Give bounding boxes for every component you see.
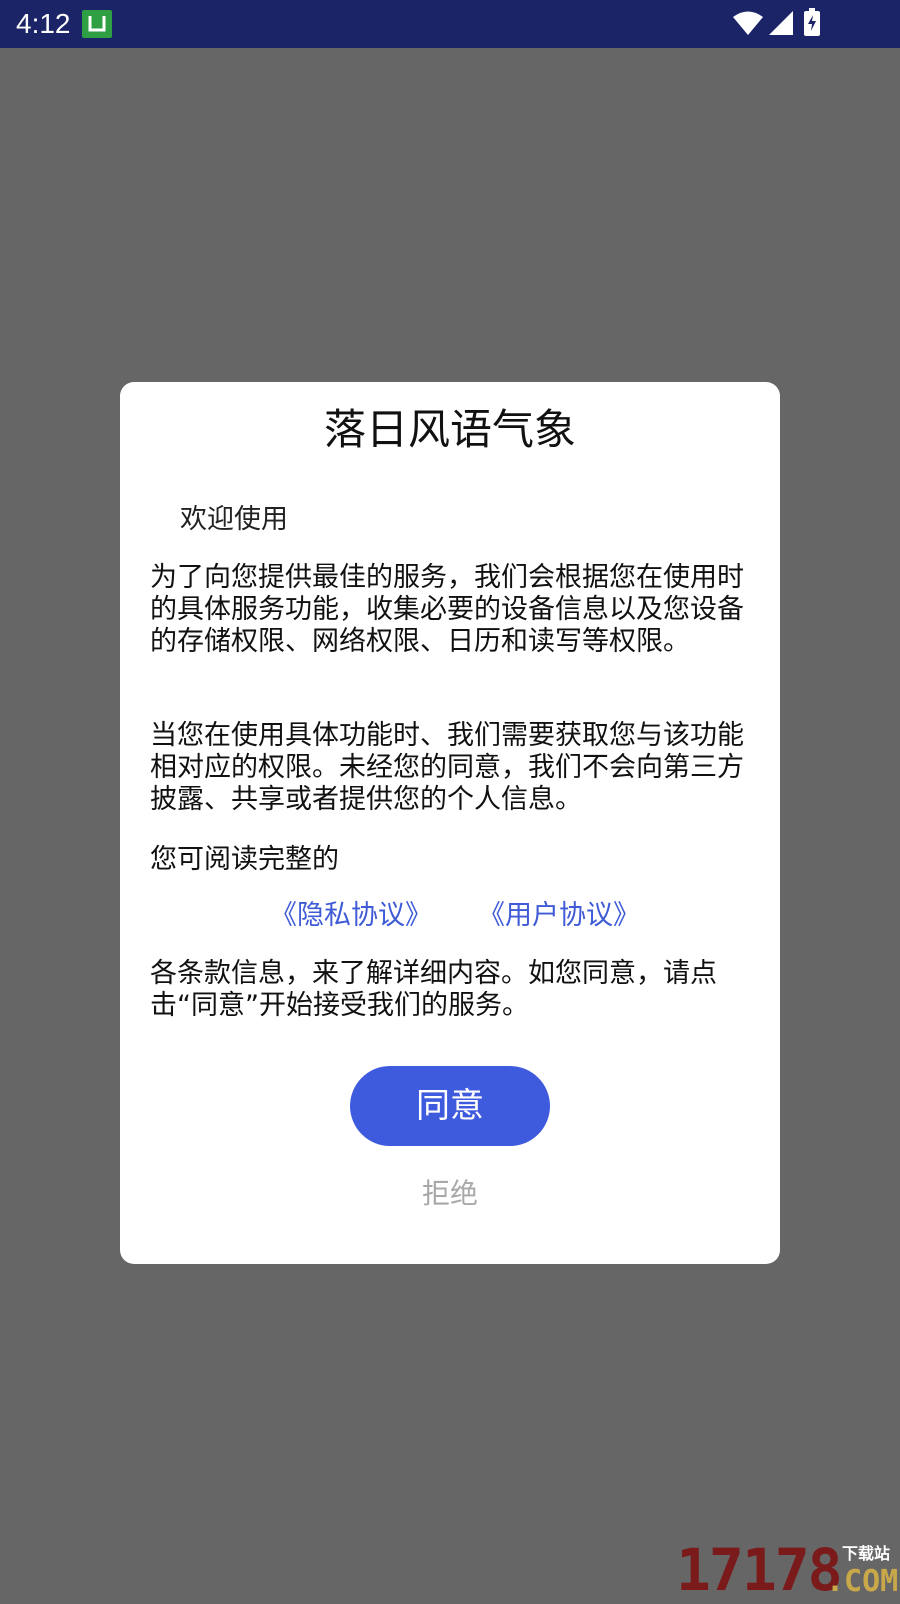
signal-icon <box>769 11 793 35</box>
privacy-policy-link[interactable]: 《隐私协议》 <box>270 898 432 934</box>
paragraph-read-full: 您可阅读完整的 <box>150 844 339 875</box>
reject-button[interactable]: 拒绝 <box>350 1170 550 1218</box>
dialog-title: 落日风语气象 <box>323 405 576 454</box>
user-agreement-link[interactable]: 《用户协议》 <box>478 898 640 934</box>
agreement-links: 《隐私协议》 《用户协议》 <box>120 898 780 938</box>
paragraph-data-collection: 为了向您提供最佳的服务，我们会根据您在使用时的具体服务功能，收集必要的设备信息以… <box>150 562 744 657</box>
status-time: 4:12 <box>16 8 71 39</box>
privacy-dialog: 落日风语气象 欢迎使用 为了向您提供最佳的服务，我们会根据您在使用时的具体服务功… <box>120 382 780 1264</box>
paragraph-consent: 各条款信息，来了解详细内容。如您同意，请点击“同意”开始接受我们的服务。 <box>150 958 717 1021</box>
watermark-site-label: 下载站 <box>842 1544 891 1563</box>
battery-charging-icon <box>804 8 820 36</box>
welcome-text: 欢迎使用 <box>180 504 288 535</box>
watermark-com: .COM <box>826 1564 899 1599</box>
status-bar: 4:12 <box>0 0 900 48</box>
paragraph-permissions: 当您在使用具体功能时、我们需要获取您与该功能相对应的权限。未经您的同意，我们不会… <box>150 720 744 815</box>
app-notification-icon <box>82 10 112 38</box>
watermark-digits: 17178 <box>676 1536 843 1604</box>
site-watermark: 17178 下载站 .COM <box>676 1540 900 1600</box>
agree-button[interactable]: 同意 <box>350 1066 550 1146</box>
wifi-icon <box>733 11 763 35</box>
